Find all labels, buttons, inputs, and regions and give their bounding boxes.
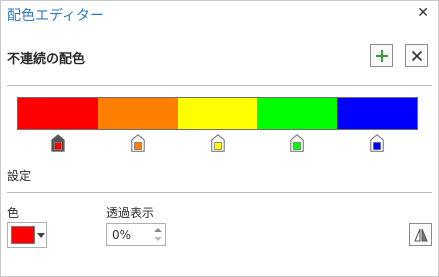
x-icon — [411, 50, 422, 61]
color-picker-dropdown[interactable] — [7, 222, 47, 248]
add-color-stop-button[interactable] — [370, 44, 393, 67]
transparency-label: 透過表示 — [106, 206, 155, 220]
color-label: 色 — [7, 206, 20, 220]
spin-down-icon[interactable] — [154, 237, 162, 241]
flip-icon — [413, 228, 428, 241]
color-scheme-editor-pane: 配色エディター ✕ 不連続の配色 設定 色 透過表示 0% — [0, 0, 439, 277]
color-stop-marker[interactable] — [290, 134, 304, 152]
plus-icon — [375, 49, 388, 62]
flip-color-scheme-button[interactable] — [409, 223, 432, 246]
color-stop-marker[interactable] — [51, 134, 65, 152]
remove-color-stop-button[interactable] — [405, 44, 428, 67]
divider — [7, 85, 432, 86]
color-stop-marker[interactable] — [210, 134, 225, 152]
scheme-type-title: 不連続の配色 — [7, 52, 86, 67]
settings-label: 設定 — [7, 169, 32, 183]
color-ramp[interactable] — [17, 97, 418, 130]
transparency-spinner[interactable] — [153, 226, 163, 243]
pane-title: 配色エディター — [7, 8, 105, 24]
ramp-segment[interactable] — [97, 98, 178, 129]
transparency-value[interactable]: 0% — [112, 228, 131, 242]
ramp-segment[interactable] — [177, 98, 258, 129]
divider — [7, 192, 432, 193]
ramp-segment[interactable] — [337, 98, 417, 129]
color-swatch — [11, 226, 35, 244]
ramp-segment[interactable] — [257, 98, 338, 129]
close-icon[interactable]: ✕ — [417, 5, 429, 21]
transparency-input[interactable]: 0% — [106, 223, 166, 246]
color-stop-marker[interactable] — [130, 134, 145, 152]
chevron-down-icon — [37, 233, 45, 238]
color-stop-marker[interactable] — [370, 134, 384, 152]
ramp-segment[interactable] — [18, 98, 98, 129]
spin-up-icon[interactable] — [154, 228, 162, 232]
